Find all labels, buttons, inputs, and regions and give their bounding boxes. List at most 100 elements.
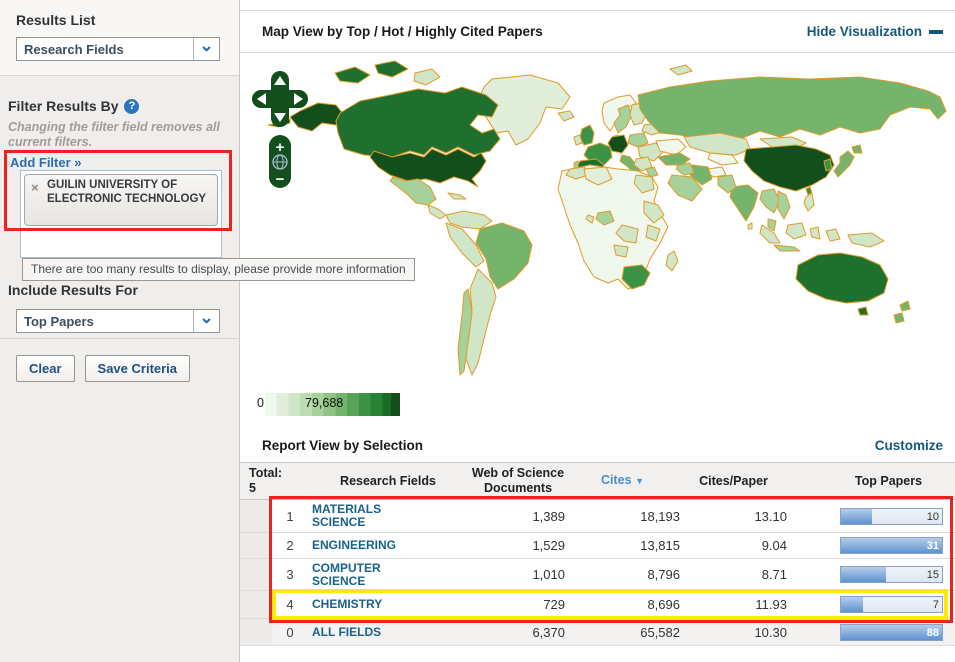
report-table-header: Total: 5 Research Fields Web of Science …: [240, 462, 955, 500]
row-rank: 0: [286, 624, 294, 640]
row-gutter: [240, 533, 272, 558]
column-header-cites-per-paper[interactable]: Cites/Paper: [680, 474, 787, 489]
docs-value: 1,529: [532, 538, 565, 553]
field-link[interactable]: ENGINEERING: [308, 539, 420, 552]
field-link[interactable]: COMPUTER SCIENCE: [308, 561, 420, 588]
main-content: Map View by Top / Hot / Highly Cited Pap…: [240, 0, 955, 662]
sidebar-divider: [0, 338, 240, 339]
docs-value: 6,370: [532, 624, 565, 640]
field-link[interactable]: MATERIALS SCIENCE: [308, 503, 420, 529]
row-rank: 1: [286, 508, 294, 524]
row-gutter: [240, 591, 272, 618]
bar-fill: [841, 597, 864, 612]
filter-results-heading: Filter Results By: [8, 98, 119, 114]
map-panel-header: Map View by Top / Hot / Highly Cited Pap…: [240, 10, 955, 53]
cites-per-paper-value: 9.04: [761, 538, 787, 553]
top-papers-value: 15: [926, 569, 939, 581]
sidebar-buttons: Clear Save Criteria: [16, 355, 191, 382]
cites-value: 13,815: [640, 538, 680, 553]
filter-sidebar: Results List Research Fields ⌄ Filter Re…: [0, 0, 240, 662]
results-list-dropdown-value: Research Fields: [24, 41, 124, 57]
table-row-chemistry[interactable]: 4 CHEMISTRY 729 8,696 11.93 7: [240, 591, 955, 619]
bar-fill: [841, 508, 873, 524]
chevron-down-icon[interactable]: ⌄: [193, 309, 219, 332]
top-papers-bar: 10: [840, 507, 943, 525]
top-papers-bar: 88: [840, 623, 943, 641]
table-row-computer-science[interactable]: 3 COMPUTER SCIENCE 1,010 8,796 8.71 15: [240, 559, 955, 591]
cites-value: 18,193: [640, 508, 680, 524]
cites-per-paper-value: 13.10: [754, 508, 787, 524]
column-header-wos-documents[interactable]: Web of Science Documents: [468, 466, 568, 496]
filter-results-heading-row: Filter Results By ?: [8, 98, 140, 114]
filter-listbox[interactable]: × GUILIN UNIVERSITY OF ELECTRONIC TECHNO…: [20, 170, 222, 258]
clear-button[interactable]: Clear: [16, 355, 75, 382]
map-countries[interactable]: [267, 60, 947, 376]
cites-value: 8,796: [647, 567, 680, 582]
cites-per-paper-value: 11.93: [755, 597, 787, 612]
field-link[interactable]: CHEMISTRY: [308, 598, 420, 611]
cites-per-paper-value: 10.30: [754, 624, 787, 640]
cites-value: 65,582: [640, 624, 680, 640]
legend-max-label: 79,688: [305, 396, 344, 410]
cites-per-paper-value: 8.71: [761, 567, 787, 582]
save-criteria-button[interactable]: Save Criteria: [84, 355, 191, 382]
docs-value: 1,010: [532, 567, 565, 582]
table-row-engineering[interactable]: 2 ENGINEERING 1,529 13,815 9.04 31: [240, 533, 955, 559]
table-row-materials-science[interactable]: 1 MATERIALS SCIENCE 1,389 18,193 13.10 1…: [240, 500, 955, 533]
filter-chip-label: GUILIN UNIVERSITY OF ELECTRONIC TECHNOLO…: [47, 179, 207, 205]
hide-visualization-label: Hide Visualization: [806, 24, 922, 39]
world-map-choropleth[interactable]: + −: [240, 53, 955, 390]
row-gutter: [240, 559, 272, 590]
zoom-in-icon: +: [276, 139, 285, 156]
too-many-results-tooltip: There are too many results to display, p…: [22, 258, 415, 281]
results-list-heading: Results List: [16, 12, 96, 28]
hide-visualization-link[interactable]: Hide Visualization: [807, 24, 943, 39]
filter-note: Changing the filter field removes all cu…: [8, 120, 220, 149]
row-rank: 2: [286, 538, 294, 553]
chevron-down-icon[interactable]: ⌄: [193, 37, 219, 60]
row-rank: 3: [286, 567, 294, 582]
column-header-top-papers[interactable]: Top Papers: [840, 474, 955, 489]
total-count: Total: 5: [249, 466, 283, 495]
top-papers-value: 31: [926, 540, 939, 552]
include-results-heading: Include Results For: [8, 282, 138, 298]
top-papers-value: 10: [926, 510, 939, 523]
map-panel-title: Map View by Top / Hot / Highly Cited Pap…: [262, 24, 543, 39]
filter-chip-guilin-university[interactable]: × GUILIN UNIVERSITY OF ELECTRONIC TECHNO…: [24, 174, 218, 226]
docs-value: 729: [543, 597, 565, 612]
esi-analytics-page: { "sidebar": { "results_list": { "title"…: [0, 0, 955, 662]
report-panel-title: Report View by Selection: [262, 438, 424, 453]
top-papers-value: 88: [926, 626, 939, 639]
column-header-cites-sorted[interactable]: Cites ▼: [565, 473, 680, 489]
top-papers-bar: 31: [840, 537, 943, 554]
bar-fill: [841, 567, 887, 582]
row-gutter: [240, 619, 272, 645]
docs-value: 1,389: [532, 508, 565, 524]
row-gutter: [240, 500, 272, 532]
legend-min-label: 0: [257, 396, 264, 410]
top-papers-value: 7: [932, 599, 939, 611]
remove-filter-icon[interactable]: ×: [31, 180, 39, 195]
include-results-dropdown-value: Top Papers: [24, 313, 94, 329]
report-panel-header: Report View by Selection Customize: [240, 429, 955, 462]
map-color-legend: 0 79,688: [253, 393, 400, 416]
sort-desc-icon: ▼: [635, 476, 644, 486]
cites-value: 8,696: [647, 597, 680, 612]
include-results-dropdown[interactable]: Top Papers ⌄: [16, 309, 220, 333]
map-zoom-control[interactable]: + −: [269, 135, 291, 188]
help-icon[interactable]: ?: [124, 98, 140, 114]
add-filter-link[interactable]: Add Filter »: [10, 155, 82, 170]
zoom-out-icon: −: [276, 171, 285, 188]
table-row-all-fields[interactable]: 0 ALL FIELDS 6,370 65,582 10.30 88: [240, 619, 955, 646]
report-table-body: 1 MATERIALS SCIENCE 1,389 18,193 13.10 1…: [240, 500, 955, 646]
customize-link[interactable]: Customize: [875, 438, 943, 453]
field-link[interactable]: ALL FIELDS: [308, 625, 420, 639]
top-papers-bar: 15: [840, 566, 943, 583]
collapse-minus-icon: [929, 29, 943, 34]
map-area: + − 0 79,688: [240, 53, 955, 425]
top-papers-bar: 7: [840, 596, 943, 613]
column-header-research-fields[interactable]: Research Fields: [308, 474, 468, 489]
results-list-dropdown[interactable]: Research Fields ⌄: [16, 37, 220, 61]
results-list-section: Results List Research Fields ⌄: [0, 0, 239, 76]
row-rank: 4: [286, 597, 294, 612]
